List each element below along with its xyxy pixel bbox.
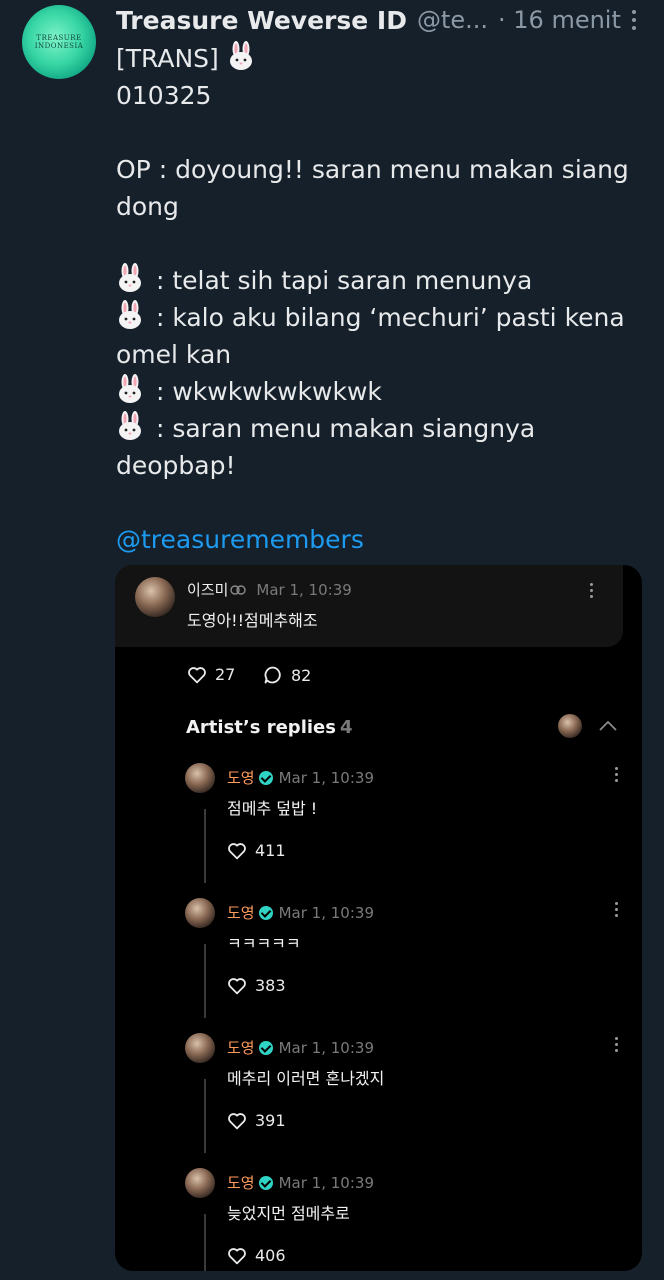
verified-icon bbox=[258, 1175, 273, 1190]
reply-like-button[interactable]: 383 bbox=[227, 976, 286, 995]
artist-replies-header[interactable]: Artist’s replies 4 bbox=[186, 717, 352, 738]
reply-header: 도영 Mar 1, 10:39 bbox=[227, 1172, 374, 1193]
reply-like-count: 406 bbox=[255, 1246, 286, 1265]
reply-text: ㅋㅋㅋㅋㅋ bbox=[227, 934, 301, 953]
heart-icon bbox=[228, 1112, 246, 1129]
thread-line bbox=[204, 944, 206, 1018]
tweet-line: omel kan bbox=[116, 340, 232, 369]
artist-replies-title: Artist’s replies bbox=[186, 717, 336, 738]
rabbit-emoji-icon bbox=[119, 374, 141, 403]
reply-avatar bbox=[185, 898, 215, 928]
tweet-header: Treasure Weverse ID @te... · 16 menit bbox=[116, 2, 644, 38]
reply-header: 도영 Mar 1, 10:39 bbox=[227, 767, 374, 788]
chevron-up-icon[interactable] bbox=[598, 720, 618, 732]
tweet-line: : telat sih tapi saran menunya bbox=[116, 262, 636, 299]
fan-post-time: Mar 1, 10:39 bbox=[256, 580, 352, 599]
reply-time: Mar 1, 10:39 bbox=[278, 1038, 374, 1057]
reply-time: Mar 1, 10:39 bbox=[278, 768, 374, 787]
reply-avatar bbox=[185, 1168, 215, 1198]
tweet-line: 010325 bbox=[116, 81, 212, 110]
reply-like-button[interactable]: 406 bbox=[227, 1246, 286, 1265]
tweet-line: deopbap! bbox=[116, 451, 236, 480]
rabbit-emoji-icon bbox=[229, 41, 252, 70]
embedded-screenshot[interactable]: 이즈미 Mar 1, 10:39 도영아!!점메추해조 27 82 Artist… bbox=[115, 565, 642, 1271]
fan-badge-icon bbox=[230, 584, 247, 595]
reply-text: 늦었지먼 점메추로 bbox=[227, 1204, 350, 1223]
tweet-time[interactable]: · 16 menit bbox=[498, 6, 621, 34]
author-handle[interactable]: @te... bbox=[417, 6, 488, 34]
avatar-logo-text-2: INDONESIA bbox=[34, 42, 84, 50]
comment-bubble-icon bbox=[264, 666, 281, 684]
verified-icon bbox=[258, 1040, 273, 1055]
reply-avatar bbox=[185, 1033, 215, 1063]
fan-post-text: 도영아!!점메추해조 bbox=[187, 611, 318, 630]
heart-icon bbox=[188, 666, 206, 683]
tweet-line: OP : doyoung!! saran menu makan siang bbox=[116, 155, 629, 184]
tweet-line bbox=[116, 114, 636, 151]
reply-like-button[interactable]: 411 bbox=[227, 841, 286, 860]
fan-post-card: 이즈미 Mar 1, 10:39 도영아!!점메추해조 bbox=[115, 565, 623, 647]
heart-icon bbox=[228, 977, 246, 994]
reply-author: 도영 bbox=[227, 904, 255, 922]
tweet-line bbox=[116, 484, 636, 521]
avatar-logo: TREASURE INDONESIA bbox=[35, 34, 84, 50]
mention-link[interactable]: @treasuremembers bbox=[116, 521, 636, 558]
reply-header: 도영 Mar 1, 10:39 bbox=[227, 1037, 374, 1058]
reply-author: 도영 bbox=[227, 1174, 255, 1192]
post-like-count: 27 bbox=[215, 665, 236, 684]
post-more-icon[interactable] bbox=[589, 583, 593, 599]
avatar-logo-text-1: TREASURE bbox=[36, 34, 82, 42]
fan-avatar bbox=[135, 577, 175, 617]
reply-like-count: 411 bbox=[255, 841, 286, 860]
post-like-button[interactable]: 27 bbox=[187, 665, 235, 684]
rabbit-emoji-icon bbox=[119, 263, 141, 292]
post-comment-count: 82 bbox=[291, 665, 312, 685]
reply-more-icon[interactable] bbox=[614, 767, 618, 783]
tweet-line bbox=[116, 225, 636, 262]
tweet-line: : kalo aku bilang ‘mechuri’ pasti kena bbox=[116, 299, 636, 336]
reply-like-button[interactable]: 391 bbox=[227, 1111, 286, 1130]
reply-text: 점메추 덮밥 ! bbox=[227, 799, 318, 818]
author-name[interactable]: Treasure Weverse ID bbox=[116, 6, 407, 35]
rabbit-emoji-icon bbox=[119, 411, 141, 440]
reply-more-icon[interactable] bbox=[614, 902, 618, 918]
tweet-text: [TRANS] 010325 OP : doyoung!! saran menu… bbox=[116, 40, 636, 558]
heart-icon bbox=[228, 842, 246, 859]
tweet-line: [TRANS] bbox=[116, 40, 636, 77]
post-comment-button[interactable]: 82 bbox=[263, 665, 311, 685]
more-options-icon[interactable] bbox=[630, 8, 638, 32]
author-avatar[interactable]: TREASURE INDONESIA bbox=[22, 5, 96, 79]
fan-username: 이즈미 bbox=[187, 581, 229, 599]
reply-like-count: 383 bbox=[255, 976, 286, 995]
tweet-line: dong bbox=[116, 192, 179, 221]
thread-line bbox=[204, 809, 206, 883]
tweet-line: : wkwkwkwkwkwk bbox=[116, 373, 636, 410]
reply-header: 도영 Mar 1, 10:39 bbox=[227, 902, 374, 923]
rabbit-emoji-icon bbox=[119, 300, 141, 329]
thread-line bbox=[204, 1214, 206, 1271]
reply-author: 도영 bbox=[227, 769, 255, 787]
artist-replies-count: 4 bbox=[339, 717, 353, 738]
reply-more-icon[interactable] bbox=[614, 1037, 618, 1053]
reply-avatar bbox=[185, 763, 215, 793]
artist-mini-avatar bbox=[558, 714, 582, 738]
reply-author: 도영 bbox=[227, 1039, 255, 1057]
thread-line bbox=[204, 1079, 206, 1153]
reply-time: Mar 1, 10:39 bbox=[278, 903, 374, 922]
verified-icon bbox=[258, 770, 273, 785]
reply-time: Mar 1, 10:39 bbox=[278, 1173, 374, 1192]
reply-like-count: 391 bbox=[255, 1111, 286, 1130]
heart-icon bbox=[228, 1247, 246, 1264]
reply-text: 메추리 이러면 혼나겠지 bbox=[227, 1069, 385, 1088]
verified-icon bbox=[258, 905, 273, 920]
tweet-line: : saran menu makan siangnya bbox=[116, 410, 636, 447]
